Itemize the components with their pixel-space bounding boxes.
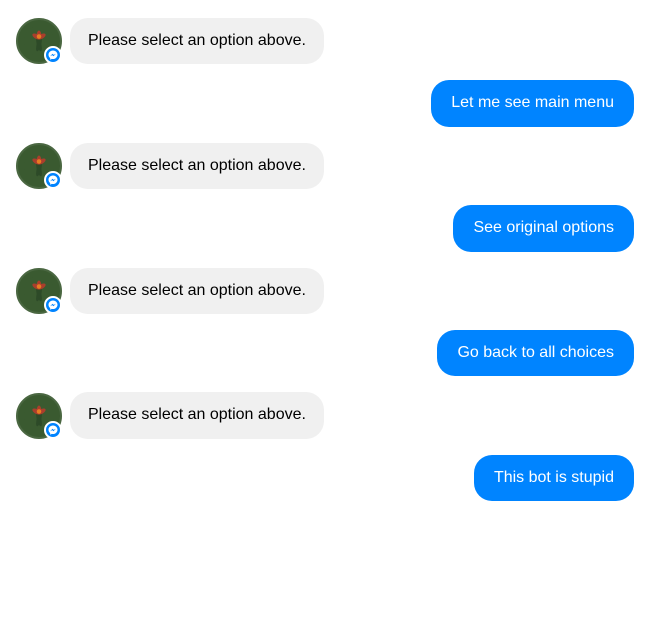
bot-avatar <box>16 268 62 314</box>
message-row-3: See original options <box>16 205 634 251</box>
message-row-1: Let me see main menu <box>16 80 634 126</box>
bot-bubble-0: Please select an option above. <box>70 18 324 64</box>
user-bubble-7: This bot is stupid <box>474 455 634 501</box>
message-row-0: Please select an option above. <box>16 18 634 64</box>
message-row-6: Please select an option above. <box>16 392 634 438</box>
message-row-4: Please select an option above. <box>16 268 634 314</box>
user-bubble-1: Let me see main menu <box>431 80 634 126</box>
bot-bubble-4: Please select an option above. <box>70 268 324 314</box>
bot-avatar <box>16 18 62 64</box>
bot-bubble-2: Please select an option above. <box>70 143 324 189</box>
bot-bubble-6: Please select an option above. <box>70 392 324 438</box>
bot-avatar <box>16 143 62 189</box>
message-row-7: This bot is stupid <box>16 455 634 501</box>
messenger-badge <box>44 171 62 189</box>
message-row-2: Please select an option above. <box>16 143 634 189</box>
chat-container: Please select an option above. Let me se… <box>16 18 634 517</box>
bot-avatar <box>16 393 62 439</box>
messenger-badge <box>44 421 62 439</box>
user-bubble-3: See original options <box>453 205 634 251</box>
message-row-5: Go back to all choices <box>16 330 634 376</box>
messenger-badge <box>44 296 62 314</box>
messenger-badge <box>44 46 62 64</box>
user-bubble-5: Go back to all choices <box>437 330 634 376</box>
